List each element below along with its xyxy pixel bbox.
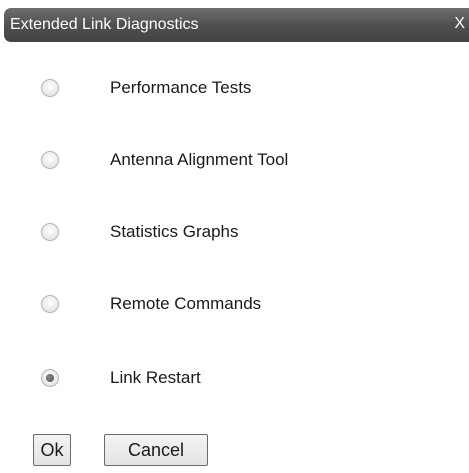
extended-link-diagnostics-dialog: Extended Link Diagnostics X Performance … [0,0,469,473]
dialog-titlebar: Extended Link Diagnostics X [4,8,469,42]
radio-remote-commands[interactable] [41,295,59,313]
ok-button[interactable]: Ok [33,434,71,466]
option-label: Performance Tests [110,78,252,97]
option-statistics-graphs[interactable]: Statistics Graphs [0,217,469,247]
option-label: Remote Commands [110,294,262,313]
close-icon[interactable]: X [454,15,465,33]
cancel-button[interactable]: Cancel [104,434,208,466]
option-link-restart[interactable]: Link Restart [0,363,469,393]
option-label: Antenna Alignment Tool [110,150,289,169]
option-remote-commands[interactable]: Remote Commands [0,289,469,319]
radio-performance-tests[interactable] [41,79,59,97]
option-label: Link Restart [110,368,201,387]
option-antenna-alignment-tool[interactable]: Antenna Alignment Tool [0,145,469,175]
radio-antenna-alignment-tool[interactable] [41,151,59,169]
radio-link-restart[interactable] [41,369,59,387]
radio-statistics-graphs[interactable] [41,223,59,241]
option-performance-tests[interactable]: Performance Tests [0,73,469,103]
option-label: Statistics Graphs [110,222,239,241]
dialog-title: Extended Link Diagnostics [10,16,199,33]
